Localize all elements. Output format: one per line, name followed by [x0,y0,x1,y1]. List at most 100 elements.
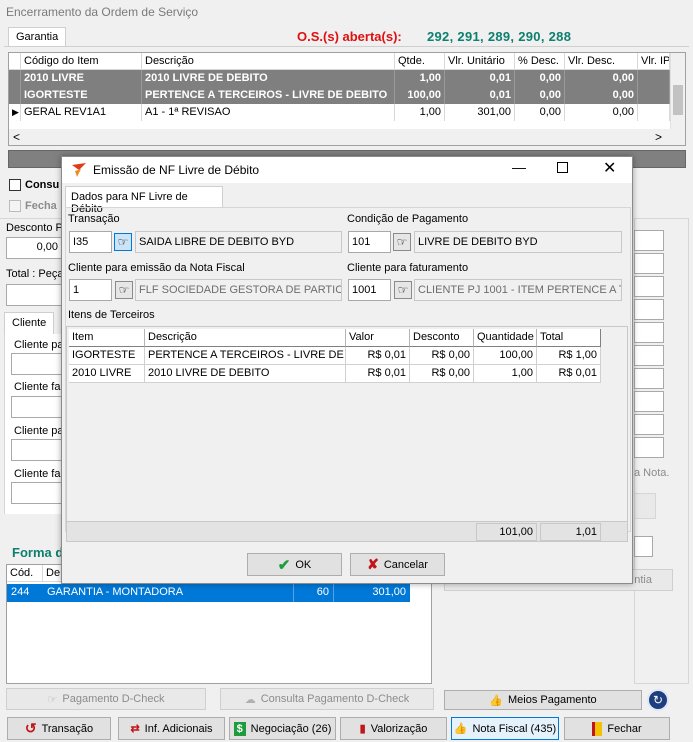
transacao-lookup-button[interactable]: ☞ [114,233,132,251]
transacao-label: Transação [41,722,94,735]
transacao-code-field[interactable]: I35 [69,231,112,253]
right-field[interactable] [634,391,664,412]
cliente-field-2[interactable] [11,396,62,418]
right-field[interactable] [634,230,664,251]
itens-terceiros-label: Itens de Terceiros [68,309,155,321]
condicao-code-field[interactable]: 101 [348,231,391,253]
right-field[interactable] [634,437,664,458]
hand-icon: ☞ [117,235,129,249]
scroll-right-icon[interactable]: > [655,130,662,144]
table-row[interactable]: IGORTESTE PERTENCE A TERCEIROS - LIVRE D… [9,87,670,104]
cell-vlr-desc: 0,00 [565,87,638,104]
desconto-field[interactable]: 0,00 [6,237,62,259]
right-field[interactable] [634,276,664,297]
meios-pagamento-button[interactable]: 👍 Meios Pagamento [444,690,642,710]
fechar-checkbox[interactable] [9,200,21,212]
items-grid: Código do Item Descrição Qtde. Vlr. Unit… [8,52,686,146]
maximize-icon[interactable] [557,162,568,173]
col-header-quantidade[interactable]: Quantidade [474,329,537,347]
transacao-desc: SAIDA LIBRE DE DEBITO BYD [139,236,295,248]
cliente-fat-lookup-button[interactable]: ☞ [394,281,412,299]
table-row[interactable]: ▶ GERAL REV1A1 A1 - 1ª REVISAO 1,00 301,… [9,104,670,121]
cliente-nf-lookup-button[interactable]: ☞ [115,281,133,299]
valorizacao-button[interactable]: ▮ Valorização [340,717,447,740]
col-header-item[interactable]: Item [69,329,145,347]
os-values: 292, 291, 289, 290, 288 [427,29,572,44]
condicao-lookup-button[interactable]: ☞ [393,233,411,251]
hand-icon: ☞ [118,283,130,297]
tab-divider [4,46,689,47]
nota-fiscal-button[interactable]: 👍 Nota Fiscal (435) [451,717,559,740]
cell-vlr-unitario: 301,00 [445,104,515,121]
row-indicator-header [9,53,21,70]
col-header-valor[interactable]: Valor [346,329,410,347]
cell-descricao: A1 - 1ª REVISAO [142,104,395,121]
cell-total: R$ 1,00 [537,347,601,365]
table-row[interactable]: 244 GARANTIA - MONTADORA 60 301,00 [7,584,410,602]
consulta-pagamento-dcheck-button[interactable]: ☁ Consulta Pagamento D-Check [220,688,434,710]
col-header-descricao[interactable]: Descrição [145,329,346,347]
right-field[interactable] [634,368,664,389]
cell-vlr-desc: 0,00 [565,70,638,87]
meios-pagamento-label: Meios Pagamento [508,694,597,706]
cell-codigo: 2010 LIVRE [21,70,142,87]
negociacao-button[interactable]: $ Negociação (26) [229,717,336,740]
total-field[interactable] [6,284,62,306]
pagamento-dcheck-button[interactable]: ☞ Pagamento D-Check [6,688,206,710]
vertical-scroll-thumb[interactable] [673,85,683,115]
nota-fiscal-label: Nota Fiscal (435) [472,722,557,735]
cancel-button[interactable]: ✘ Cancelar [350,553,445,576]
scroll-left-icon[interactable]: < [13,130,20,144]
cliente-field-4[interactable] [11,482,62,504]
cliente-fat-code-field[interactable]: 1001 [348,279,391,301]
vertical-scrollbar[interactable] [670,53,685,129]
table-row[interactable]: 2010 LIVRE 2010 LIVRE DE DEBITO R$ 0,01 … [69,365,601,383]
col-header-vlr-desc[interactable]: Vlr. Desc. [565,53,638,70]
col-header-codigo[interactable]: Código do Item [21,53,142,70]
cell-pct-desc: 0,00 [515,70,565,87]
col-header-vlr-unitario[interactable]: Vlr. Unitário [445,53,515,70]
col-header-vlr-ipi[interactable]: Vlr. IP [638,53,670,70]
ok-button[interactable]: ✔ OK [247,553,342,576]
refresh-icon[interactable]: ↻ [647,689,669,711]
forma-title: Forma d [12,545,64,560]
table-row[interactable]: IGORTESTE PERTENCE A TERCEIROS - LIVRE D… [69,347,601,365]
minimize-icon[interactable]: — [512,159,526,175]
cliente-field-3[interactable] [11,439,62,461]
cliente-field-1[interactable] [11,353,62,375]
right-field[interactable] [634,322,664,343]
total-label: Total : Peça [6,268,64,280]
col-header-cod[interactable]: Cód. [7,565,43,582]
tab-cliente-label: Cliente [12,317,47,329]
right-field[interactable] [634,414,664,435]
close-icon[interactable]: ✕ [603,158,616,178]
right-field[interactable] [634,299,664,320]
ok-label: OK [295,558,312,571]
consulta-checkbox[interactable] [9,179,21,191]
table-row[interactable]: 2010 LIVRE 2010 LIVRE DE DEBITO 1,00 0,0… [9,70,670,87]
right-field[interactable] [634,253,664,274]
thumbs-up-icon: 👍 [489,694,504,707]
transacao-button[interactable]: ↺ Transação [7,717,111,740]
chart-icon: ▮ [359,723,366,735]
condicao-desc-field: LIVRE DE DEBITO BYD [414,231,622,253]
hand-icon: ☞ [397,283,409,297]
tab-cliente[interactable]: Cliente [4,312,55,334]
itens-terceiros-grid: Item Descrição Valor Desconto Quantidade… [66,326,628,542]
total-valor-field: 1,01 [540,523,601,541]
cliente-nf-code-field[interactable]: 1 [69,279,112,301]
fechar-button[interactable]: Fechar [564,717,670,740]
tab-garantia[interactable]: Garantia [8,27,67,47]
col-header-pct-desc[interactable]: % Desc. [515,53,565,70]
right-field[interactable] [634,345,664,366]
col-header-descricao[interactable]: Descrição [142,53,395,70]
col-header-qtde[interactable]: Qtde. [395,53,445,70]
right-field-bottom[interactable] [634,536,653,557]
cell-descricao: PERTENCE A TERCEIROS - LIVRE DE DEBITO [142,87,395,104]
tab-dados-nf[interactable]: Dados para NF Livre de Débito [65,186,223,215]
col-header-total[interactable]: Total [537,329,601,347]
horizontal-scrollbar[interactable]: < > [9,129,685,145]
col-header-desconto[interactable]: Desconto [410,329,474,347]
dialog-titlebar: Emissão de NF Livre de Débito — ✕ [62,157,632,183]
inf-adicionais-button[interactable]: ⇄ Inf. Adicionais [118,717,225,740]
